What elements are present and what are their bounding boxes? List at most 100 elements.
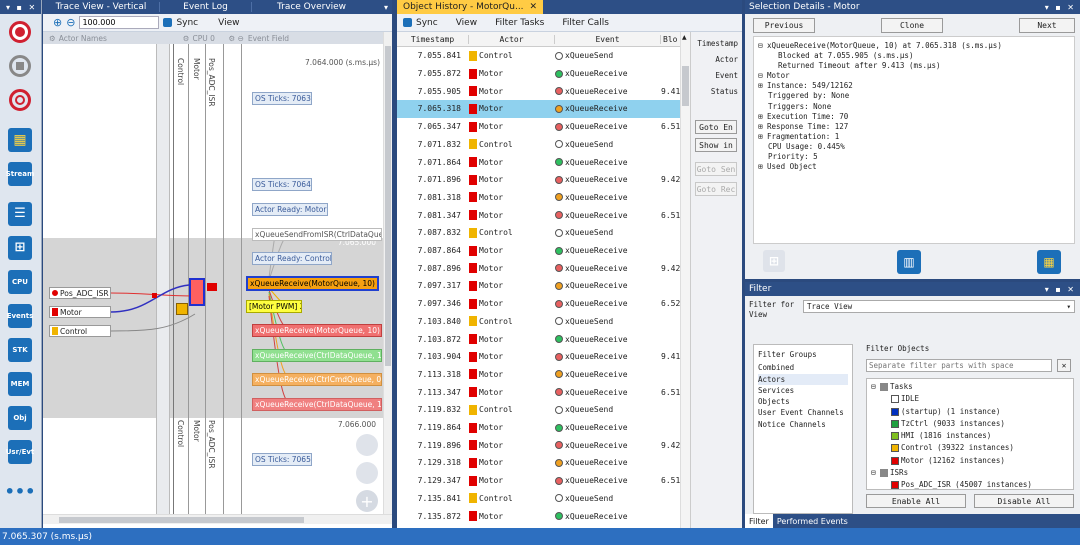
task-color-checkbox[interactable] [891,407,899,416]
show-in-button[interactable]: Show in [695,138,737,152]
table-row[interactable]: 7.119.832 Control xQueueSend [397,401,680,419]
isr-filter-item[interactable]: Pos_ADC_ISR (45007 instances) [871,479,1069,491]
group-actors[interactable]: Actors [758,373,848,385]
table-row[interactable]: 7.087.896 Motor xQueueReceive 9.42 [397,259,680,277]
usr-evt-button[interactable]: Usr/Evt [6,440,34,464]
list-view-button[interactable]: ☰ [8,202,32,226]
task-filter-item[interactable]: HMI (1816 instances) [871,430,1069,442]
table-row[interactable]: 7.129.318 Motor xQueueReceive [397,454,680,472]
close-icon[interactable]: ✕ [530,2,538,12]
detail-line[interactable]: ⊞ Execution Time: 70 [758,112,1070,122]
event-os-ticks-7063[interactable]: OS Ticks: 7063 [252,92,312,105]
table-row[interactable]: 7.055.841 Control xQueueSend [397,47,680,65]
detail-line[interactable]: ⊟ Motor [758,71,1070,81]
stream-button[interactable]: Stream [6,162,34,186]
task-color-checkbox[interactable] [891,432,899,441]
clear-search-button[interactable]: ✕ [1057,359,1071,372]
table-row[interactable]: 7.071.832 Control xQueueSend [397,136,680,154]
event-os-ticks-7064[interactable]: OS Ticks: 7064 [252,178,312,191]
event-ctrl-data-returns-2[interactable]: xQueueReceive(CtrlDataQueue, 100) return… [252,398,382,411]
table-row[interactable]: 7.135.872 Motor xQueueReceive [397,507,680,525]
actor-label-control[interactable]: Control [49,325,111,337]
motor-block-selected[interactable] [189,278,205,306]
logo-icon-3[interactable]: ▦ [1037,250,1061,274]
detail-line[interactable]: ⊞ Response Time: 127 [758,122,1070,132]
detail-line[interactable]: ⊞ Used Object [758,162,1070,172]
horizontal-scrollbar[interactable] [43,514,392,524]
event-queue-send-isr[interactable]: xQueueSendFromISR(CtrlDataQueue) [252,228,382,241]
filter-controls-icon[interactable]: ▾ ▪ ✕ [1045,285,1080,294]
event-ctrl-data-returns[interactable]: xQueueReceive(CtrlDataQueue, 100) return… [252,349,382,362]
snapshot-button[interactable] [8,88,32,112]
table-row[interactable]: 7.087.832 Control xQueueSend [397,224,680,242]
view-menu[interactable]: View [218,18,239,28]
oh-sync-button[interactable]: Sync [416,18,438,28]
actor-label-motor[interactable]: Motor [49,306,111,318]
task-filter-item[interactable]: Control (39322 instances) [871,442,1069,454]
events-button[interactable]: Events [7,304,33,328]
actor-label-pos-adc[interactable]: Pos_ADC_ISR [49,287,111,299]
zoom-plus-icon[interactable]: + [356,490,378,512]
isr-color-checkbox[interactable] [891,481,899,490]
table-row[interactable]: 7.071.896 Motor xQueueReceive 9.42 [397,171,680,189]
tab-event-log[interactable]: Event Log [159,2,251,12]
table-row[interactable]: 7.129.347 Motor xQueueReceive 6.51 [397,472,680,490]
group-combined[interactable]: Combined [758,362,848,373]
tree-isrs[interactable]: ⊟ ISRs [871,467,1069,479]
table-row[interactable]: 7.103.904 Motor xQueueReceive 9.41 [397,348,680,366]
event-queue-receive-blocks[interactable]: xQueueReceive(MotorQueue, 10) blocks [252,324,382,337]
group-services[interactable]: Services [758,385,848,396]
table-row[interactable]: 7.065.347 Motor xQueueReceive 6.51 [397,118,680,136]
goto-send-button[interactable]: Goto Sen [695,162,737,176]
tab-trace-overview[interactable]: Trace Overview [251,2,371,12]
table-row[interactable]: 7.119.896 Motor xQueueReceive 9.42 [397,436,680,454]
clone-button[interactable]: Clone [881,18,943,33]
table-row[interactable]: 7.071.864 Motor xQueueReceive [397,153,680,171]
filter-calls-button[interactable]: Filter Calls [562,18,609,28]
table-row[interactable]: 7.103.840 Control xQueueSend [397,313,680,331]
event-queue-receive-timeout[interactable]: xQueueReceive(MotorQueue, 10) timeout [246,276,379,291]
filter-search-input[interactable] [866,359,1052,372]
task-color-checkbox[interactable] [891,444,899,453]
dashboard-button[interactable]: ▦ [8,128,32,152]
table-row[interactable]: 7.113.347 Motor xQueueReceive 6.51 [397,383,680,401]
gear-icon-event[interactable]: ⚙ ⊖ [228,34,243,43]
group-user-event-channels[interactable]: User Event Channels [758,407,848,418]
table-row[interactable]: 7.087.864 Motor xQueueReceive [397,242,680,260]
group-objects[interactable]: Objects [758,396,848,407]
obj-button[interactable]: Obj [8,406,32,430]
tab-performed-events[interactable]: Performed Events [773,514,852,528]
group-notice-channels[interactable]: Notice Channels [758,419,848,430]
task-filter-item[interactable]: TzCtrl (9033 instances) [871,418,1069,430]
next-button[interactable]: Next [1019,18,1075,33]
goto-receive-button[interactable]: Goto Rec [695,182,737,196]
zoom-in-icon[interactable]: ⊕ [53,16,62,29]
stop-button[interactable] [8,54,32,78]
pos-adc-block[interactable] [207,283,217,291]
detail-line[interactable]: ⊞ Fragmentation: 1 [758,132,1070,142]
tree-tasks[interactable]: ⊟ Tasks [871,381,1069,393]
header-blocked[interactable]: Blo [661,35,680,44]
cpu-button[interactable]: CPU [8,270,32,294]
table-row[interactable]: 7.065.318 Motor xQueueReceive [397,100,680,118]
disable-all-button[interactable]: Disable All [974,494,1074,508]
header-timestamp[interactable]: Timestamp [397,34,469,44]
stk-button[interactable]: STK [8,338,32,362]
gear-icon[interactable]: ⚙ [49,34,56,43]
filter-tasks-button[interactable]: Filter Tasks [495,18,544,28]
event-os-ticks-7065[interactable]: OS Ticks: 7065 [252,453,312,466]
scroll-up-icon[interactable]: ▲ [682,34,687,41]
enable-all-button[interactable]: Enable All [866,494,966,508]
task-color-checkbox[interactable] [891,395,899,404]
tab-menu-icon[interactable]: ▾ [384,3,392,12]
control-block[interactable] [176,303,188,315]
table-row[interactable]: 7.081.347 Motor xQueueReceive 6.51 [397,206,680,224]
tab-filter[interactable]: Filter [745,514,773,528]
zoom-out-icon[interactable]: ⊖ [66,16,75,29]
panel-controls-icon[interactable]: ▾ ▪ ✕ [1045,3,1080,12]
zoom-reset-icon[interactable] [356,462,378,484]
task-color-checkbox[interactable] [891,456,899,465]
table-row[interactable]: 7.097.346 Motor xQueueReceive 6.52 [397,295,680,313]
vertical-scrollbar[interactable] [383,32,392,514]
previous-button[interactable]: Previous [753,18,815,33]
